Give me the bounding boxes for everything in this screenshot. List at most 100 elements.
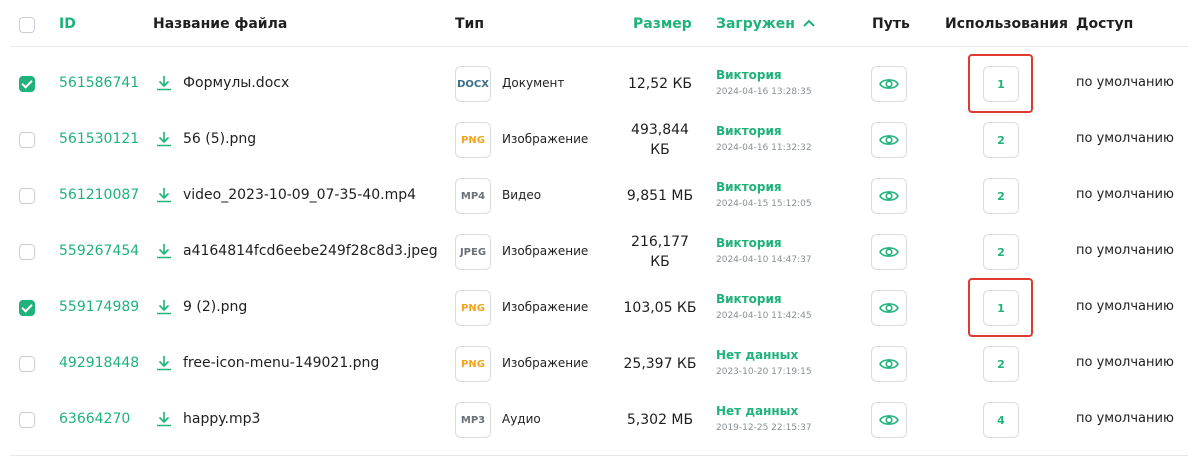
file-name[interactable]: happy.mp3: [183, 411, 260, 427]
view-path-button[interactable]: [871, 290, 907, 326]
uploader-name[interactable]: Виктория: [716, 180, 782, 194]
usages-button[interactable]: 2: [983, 178, 1019, 214]
download-icon[interactable]: [155, 130, 173, 148]
file-type-label: Изображение: [502, 300, 589, 314]
file-size: 216,177 КБ: [631, 234, 689, 270]
file-type-badge: MP4: [455, 178, 491, 214]
download-icon[interactable]: [155, 410, 173, 428]
file-size: 5,302 МБ: [626, 412, 694, 428]
uploader-name[interactable]: Нет данных: [716, 404, 798, 418]
view-path-button[interactable]: [871, 178, 907, 214]
access-level: по умолчанию: [1076, 355, 1174, 370]
file-id-link[interactable]: 63664270: [59, 411, 130, 427]
view-path-button[interactable]: [871, 402, 907, 438]
column-header-uploaded[interactable]: Загружен: [716, 16, 815, 32]
download-icon[interactable]: [155, 186, 173, 204]
view-path-button[interactable]: [871, 234, 907, 270]
file-type-label: Аудио: [502, 412, 541, 426]
file-type-label: Изображение: [502, 244, 589, 258]
access-level: по умолчанию: [1076, 299, 1174, 314]
usages-button[interactable]: 2: [983, 346, 1019, 382]
usages-button[interactable]: 4: [983, 402, 1019, 438]
upload-date: 2024-04-15 15:12:05: [716, 199, 812, 209]
file-id-link[interactable]: 559174989: [59, 299, 139, 315]
download-icon[interactable]: [155, 354, 173, 372]
column-header-size[interactable]: Размер: [633, 16, 692, 32]
usages-button[interactable]: 2: [983, 234, 1019, 270]
header-divider: [10, 46, 1188, 47]
file-size: 9,851 МБ: [626, 188, 694, 204]
column-header-uploaded-label: Загружен: [716, 16, 795, 32]
download-icon[interactable]: [155, 74, 173, 92]
access-level: по умолчанию: [1076, 75, 1174, 90]
column-header-access: Доступ: [1076, 16, 1134, 32]
column-header-path: Путь: [872, 16, 910, 32]
file-id-link[interactable]: 492918448: [59, 355, 139, 371]
file-type-badge: JPEG: [455, 234, 491, 270]
access-level: по умолчанию: [1076, 187, 1174, 202]
upload-date: 2019-12-25 22:15:37: [716, 423, 812, 433]
file-id-link[interactable]: 561530121: [59, 131, 139, 147]
file-type-badge: PNG: [455, 346, 491, 382]
row-checkbox[interactable]: [19, 188, 35, 204]
file-type-label: Документ: [502, 76, 565, 90]
file-type-label: Изображение: [502, 356, 589, 370]
upload-date: 2024-04-10 14:47:37: [716, 255, 812, 265]
uploader-name[interactable]: Виктория: [716, 124, 782, 138]
file-size: 493,844 КБ: [631, 122, 689, 158]
file-size: 103,05 КБ: [623, 300, 697, 316]
row-checkbox[interactable]: [19, 132, 35, 148]
file-id-link[interactable]: 559267454: [59, 243, 139, 259]
file-type-badge: PNG: [455, 290, 491, 326]
row-checkbox[interactable]: [19, 300, 35, 316]
file-name[interactable]: 56 (5).png: [183, 131, 256, 147]
file-type-badge: PNG: [455, 122, 491, 158]
row-checkbox[interactable]: [19, 244, 35, 260]
upload-date: 2024-04-16 11:32:32: [716, 143, 812, 153]
file-size: 25,397 КБ: [623, 356, 697, 372]
eye-icon: [879, 135, 899, 145]
view-path-button[interactable]: [871, 346, 907, 382]
file-id-link[interactable]: 561586741: [59, 75, 139, 91]
row-checkbox[interactable]: [19, 412, 35, 428]
row-checkbox[interactable]: [19, 76, 35, 92]
upload-date: 2024-04-10 11:42:45: [716, 311, 812, 321]
upload-date: 2023-10-20 17:19:15: [716, 367, 812, 377]
file-name[interactable]: a4164814fcd6eebe249f28c8d3.jpeg: [183, 243, 438, 259]
highlight-box: [968, 278, 1033, 337]
access-level: по умолчанию: [1076, 131, 1174, 146]
select-all-checkbox[interactable]: [19, 17, 35, 33]
uploader-name[interactable]: Виктория: [716, 292, 782, 306]
file-type-label: Изображение: [502, 132, 589, 146]
file-name[interactable]: video_2023-10-09_07-35-40.mp4: [183, 187, 416, 203]
file-size: 12,52 КБ: [627, 76, 693, 92]
download-icon[interactable]: [155, 298, 173, 316]
file-id-link[interactable]: 561210087: [59, 187, 139, 203]
row-checkbox[interactable]: [19, 356, 35, 372]
file-type-badge: MP3: [455, 402, 491, 438]
uploader-name[interactable]: Нет данных: [716, 348, 798, 362]
column-header-id[interactable]: ID: [59, 16, 76, 32]
eye-icon: [879, 303, 899, 313]
column-header-name[interactable]: Название файла: [153, 16, 287, 32]
access-level: по умолчанию: [1076, 411, 1174, 426]
column-header-type[interactable]: Тип: [455, 16, 484, 32]
file-name[interactable]: 9 (2).png: [183, 299, 247, 315]
access-level: по умолчанию: [1076, 243, 1174, 258]
download-icon[interactable]: [155, 242, 173, 260]
eye-icon: [879, 359, 899, 369]
file-name[interactable]: free-icon-menu-149021.png: [183, 355, 379, 371]
eye-icon: [879, 415, 899, 425]
view-path-button[interactable]: [871, 66, 907, 102]
chevron-up-icon: [803, 19, 815, 27]
view-path-button[interactable]: [871, 122, 907, 158]
file-type-badge: DOCX: [455, 66, 491, 102]
uploader-name[interactable]: Виктория: [716, 68, 782, 82]
usages-button[interactable]: 2: [983, 122, 1019, 158]
eye-icon: [879, 79, 899, 89]
uploader-name[interactable]: Виктория: [716, 236, 782, 250]
table-header: ID Название файла Тип Размер Загружен Пу…: [0, 0, 1199, 48]
column-header-usages: Использования: [945, 16, 1068, 32]
table-bottom-divider: [10, 455, 1188, 456]
file-name[interactable]: Формулы.docx: [183, 75, 289, 91]
